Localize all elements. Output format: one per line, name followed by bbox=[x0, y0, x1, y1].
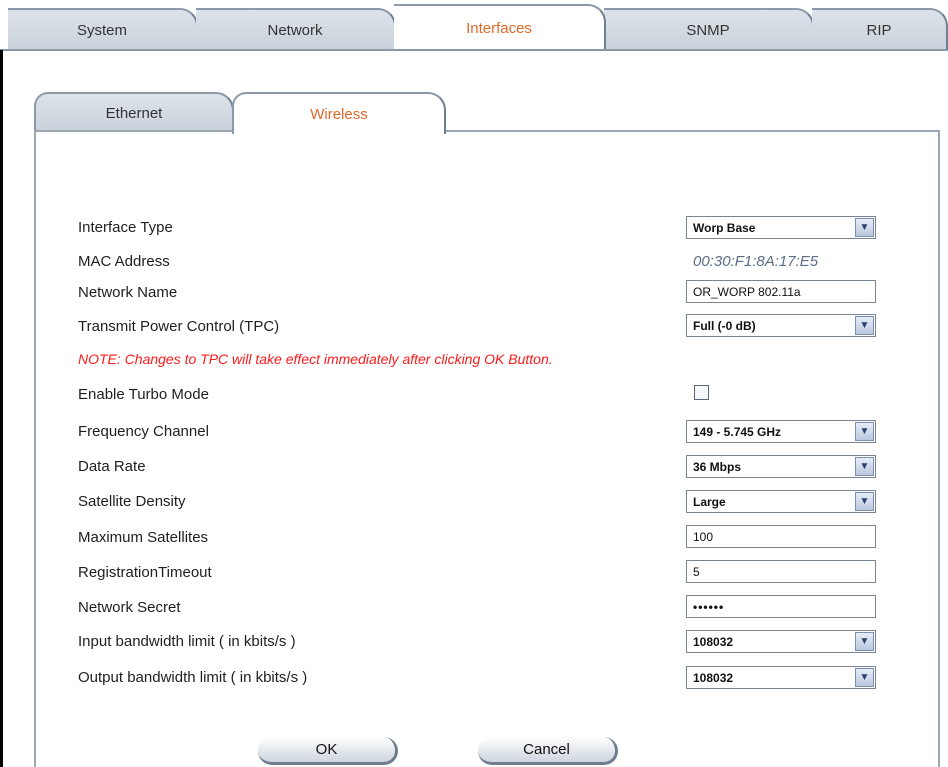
input-bandwidth-value: 108032 bbox=[693, 634, 734, 649]
subtab-wireless[interactable]: Wireless bbox=[232, 92, 446, 134]
top-tab-bar: System Network SNMP RIP Interfaces bbox=[0, 0, 948, 50]
tab-snmp[interactable]: SNMP bbox=[604, 8, 814, 50]
tab-system[interactable]: System bbox=[8, 8, 198, 50]
cancel-button-label: Cancel bbox=[523, 741, 570, 758]
network-name-input[interactable]: OR_WORP 802.11a bbox=[686, 280, 876, 303]
interface-type-value: Worp Base bbox=[693, 220, 756, 235]
mac-address-value: 00:30:F1:8A:17:E5 bbox=[693, 253, 819, 270]
network-secret-value: •••••• bbox=[693, 599, 725, 614]
tab-label: RIP bbox=[866, 21, 892, 39]
tab-label: System bbox=[76, 21, 127, 39]
frequency-channel-value: 149 - 5.745 GHz bbox=[693, 424, 782, 439]
output-bandwidth-select[interactable]: 108032 ▼ bbox=[686, 666, 876, 689]
tpc-note: NOTE: Changes to TPC will take effect im… bbox=[78, 351, 553, 367]
tab-label: Network bbox=[267, 21, 323, 39]
tpc-label: Transmit Power Control (TPC) bbox=[78, 318, 280, 335]
chevron-down-icon: ▼ bbox=[855, 316, 874, 335]
chevron-down-icon: ▼ bbox=[855, 492, 874, 511]
data-rate-value: 36 Mbps bbox=[693, 459, 742, 474]
satellite-density-value: Large bbox=[693, 494, 726, 509]
tab-network[interactable]: Network bbox=[196, 8, 396, 50]
data-rate-select[interactable]: 36 Mbps ▼ bbox=[686, 455, 876, 478]
interface-type-select[interactable]: Worp Base ▼ bbox=[686, 216, 876, 239]
satellite-density-label: Satellite Density bbox=[78, 493, 186, 510]
max-satellites-value: 100 bbox=[693, 529, 714, 544]
registration-timeout-label: RegistrationTimeout bbox=[78, 564, 212, 581]
frequency-channel-label: Frequency Channel bbox=[78, 423, 209, 440]
turbo-mode-checkbox[interactable] bbox=[694, 385, 709, 400]
tab-rip[interactable]: RIP bbox=[812, 8, 948, 50]
frequency-channel-select[interactable]: 149 - 5.745 GHz ▼ bbox=[686, 420, 876, 443]
input-bandwidth-select[interactable]: 108032 ▼ bbox=[686, 630, 876, 653]
mac-address-label: MAC Address bbox=[78, 253, 170, 270]
subtab-label: Wireless bbox=[310, 105, 368, 123]
tab-label: SNMP bbox=[686, 21, 730, 39]
output-bandwidth-label: Output bandwidth limit ( in kbits/s ) bbox=[78, 669, 308, 686]
network-name-label: Network Name bbox=[78, 284, 178, 301]
ok-button-label: OK bbox=[315, 741, 338, 758]
tpc-value: Full (-0 dB) bbox=[693, 318, 756, 333]
max-satellites-input[interactable]: 100 bbox=[686, 525, 876, 548]
chevron-down-icon: ▼ bbox=[855, 218, 874, 237]
window-left-edge bbox=[0, 50, 3, 767]
turbo-mode-label: Enable Turbo Mode bbox=[78, 386, 209, 403]
chevron-down-icon: ▼ bbox=[855, 457, 874, 476]
network-secret-label: Network Secret bbox=[78, 599, 181, 616]
ok-button[interactable]: OK bbox=[258, 737, 398, 765]
max-satellites-label: Maximum Satellites bbox=[78, 529, 209, 546]
registration-timeout-input[interactable]: 5 bbox=[686, 560, 876, 583]
interface-type-label: Interface Type bbox=[78, 219, 173, 236]
satellite-density-select[interactable]: Large ▼ bbox=[686, 490, 876, 513]
subtab-ethernet[interactable]: Ethernet bbox=[34, 92, 234, 132]
tab-interfaces[interactable]: Interfaces bbox=[394, 4, 606, 50]
network-name-value: OR_WORP 802.11a bbox=[693, 284, 801, 299]
output-bandwidth-value: 108032 bbox=[693, 670, 734, 685]
tpc-select[interactable]: Full (-0 dB) ▼ bbox=[686, 314, 876, 337]
tab-label: Interfaces bbox=[466, 19, 532, 37]
subtab-label: Ethernet bbox=[105, 104, 163, 122]
chevron-down-icon: ▼ bbox=[855, 632, 874, 651]
cancel-button[interactable]: Cancel bbox=[478, 737, 618, 765]
chevron-down-icon: ▼ bbox=[855, 668, 874, 687]
input-bandwidth-label: Input bandwidth limit ( in kbits/s ) bbox=[78, 633, 296, 650]
tab-bar-divider bbox=[0, 49, 948, 51]
chevron-down-icon: ▼ bbox=[855, 422, 874, 441]
data-rate-label: Data Rate bbox=[78, 458, 146, 475]
registration-timeout-value: 5 bbox=[693, 564, 700, 579]
network-secret-input[interactable]: •••••• bbox=[686, 595, 876, 618]
